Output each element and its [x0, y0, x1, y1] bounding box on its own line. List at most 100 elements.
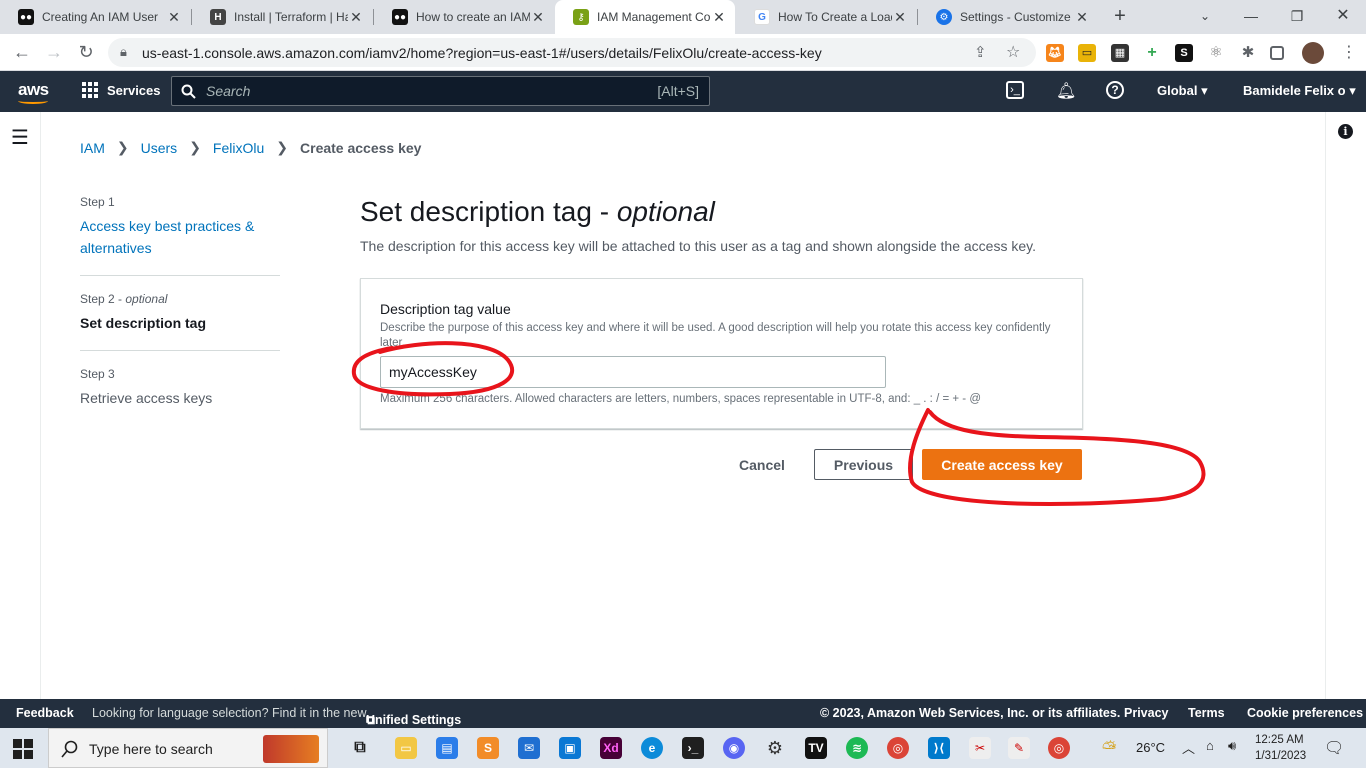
system-clock[interactable]: 12:25 AM 1/31/2023: [1255, 732, 1306, 764]
store-icon[interactable]: ▤: [436, 737, 458, 759]
cloudshell-icon[interactable]: ›_: [1006, 81, 1024, 99]
region-selector[interactable]: Global ▾: [1157, 83, 1208, 99]
network-icon[interactable]: ⌂: [1206, 738, 1214, 753]
reload-button[interactable]: ↻: [74, 40, 98, 64]
language-prompt: Looking for language selection? Find it …: [92, 706, 367, 720]
step-1-link[interactable]: Access key best practices & alternatives: [80, 215, 280, 259]
react-extension-icon[interactable]: ⚛: [1207, 44, 1225, 62]
terminal-icon[interactable]: ›_: [682, 737, 704, 759]
feedback-link[interactable]: Feedback: [16, 706, 74, 720]
browser-tab[interactable]: G How To Create a Load ✕: [736, 0, 916, 34]
hashicorp-icon: H: [210, 9, 226, 25]
sublime-text-icon[interactable]: S: [477, 737, 499, 759]
step-2-current: Set description tag: [80, 315, 207, 331]
extensions-puzzle-icon[interactable]: ✱: [1239, 44, 1257, 62]
browser-tab[interactable]: H Install | Terraform | Ha ✕: [192, 0, 372, 34]
tab-title: How to create an IAM: [416, 10, 530, 24]
previous-button[interactable]: Previous: [814, 449, 913, 480]
page-title: Set description tag - optional: [360, 196, 715, 228]
volume-icon[interactable]: 🔊︎: [1228, 738, 1236, 754]
breadcrumb-user[interactable]: FelixOlu: [213, 140, 264, 156]
app-icon[interactable]: ✎: [1008, 737, 1030, 759]
medium-icon: ●●: [18, 9, 34, 25]
s-extension-icon[interactable]: S: [1175, 44, 1193, 62]
qr-extension-icon[interactable]: ▦: [1111, 44, 1129, 62]
cancel-button[interactable]: Cancel: [729, 449, 795, 480]
notifications-bell-icon[interactable]: 🔔︎: [1056, 81, 1076, 101]
taskbar-search-input[interactable]: Type here to search: [48, 728, 328, 768]
mail-icon[interactable]: ✉: [518, 737, 540, 759]
terms-link[interactable]: Terms: [1188, 706, 1225, 720]
info-icon[interactable]: i: [1338, 124, 1353, 139]
plus-extension-icon[interactable]: +: [1143, 44, 1161, 62]
spotify-icon[interactable]: ≋: [846, 737, 868, 759]
side-panel-icon[interactable]: [1270, 46, 1284, 60]
restore-button[interactable]: ❐: [1274, 0, 1320, 34]
temperature[interactable]: 26°C: [1136, 740, 1165, 755]
create-access-key-button[interactable]: Create access key: [922, 449, 1082, 480]
breadcrumb-iam[interactable]: IAM: [80, 140, 105, 156]
close-tab-icon[interactable]: ✕: [530, 9, 546, 26]
cookie-preferences-link[interactable]: Cookie preferences: [1247, 706, 1363, 720]
close-tab-icon[interactable]: ✕: [892, 9, 908, 26]
hamburger-menu-icon[interactable]: ☰: [11, 125, 29, 150]
settings-gear-icon[interactable]: ⚙: [764, 737, 786, 759]
chrome-icon[interactable]: ◎: [887, 737, 909, 759]
adobe-xd-icon[interactable]: Xd: [600, 737, 622, 759]
step-divider: [80, 275, 280, 276]
step-1-number: Step 1: [80, 195, 115, 209]
privacy-link[interactable]: Privacy: [1124, 706, 1168, 720]
task-view-icon[interactable]: ⧉: [349, 737, 371, 759]
description-tag-constraint: Maximum 256 characters. Allowed characte…: [380, 393, 981, 405]
tradingview-icon[interactable]: TV: [805, 737, 827, 759]
close-tab-icon[interactable]: ✕: [348, 9, 364, 26]
folder-extension-icon[interactable]: ▭: [1078, 44, 1096, 62]
edge-icon[interactable]: e: [641, 737, 663, 759]
breadcrumb-users[interactable]: Users: [141, 140, 178, 156]
windows-start-icon[interactable]: [13, 739, 33, 759]
close-tab-icon[interactable]: ✕: [166, 9, 182, 26]
tab-search-icon[interactable]: ⌄: [1182, 0, 1228, 34]
aws-iam-icon: ⚷: [573, 9, 589, 25]
close-tab-icon[interactable]: ✕: [1074, 9, 1090, 26]
vscode-icon[interactable]: ⟩⟨: [928, 737, 950, 759]
search-shortcut: [Alt+S]: [657, 83, 699, 99]
app-blue-icon[interactable]: ▣: [559, 737, 581, 759]
address-bar[interactable]: 🔒︎ us-east-1.console.aws.amazon.com/iamv…: [108, 38, 1036, 67]
medium-icon: ●●: [392, 9, 408, 25]
file-explorer-icon[interactable]: ▭: [395, 737, 417, 759]
forward-button[interactable]: →: [42, 40, 66, 64]
bookmark-star-icon[interactable]: ☆: [1006, 42, 1020, 62]
description-tag-input[interactable]: [380, 356, 886, 388]
right-help-rail: [1325, 112, 1366, 699]
app-icon[interactable]: ✂: [969, 737, 991, 759]
browser-tab-active[interactable]: ⚷ IAM Management Co ✕: [555, 0, 735, 34]
profile-avatar[interactable]: [1302, 42, 1324, 64]
discord-icon[interactable]: ◉: [723, 737, 745, 759]
account-menu[interactable]: Bamidele Felix o ▾: [1243, 83, 1356, 99]
notifications-icon[interactable]: 🗨︎: [1324, 738, 1344, 758]
console-footer: Feedback Looking for language selection?…: [0, 699, 1366, 728]
browser-menu-icon[interactable]: ⋮: [1341, 42, 1357, 62]
gift-promo-icon[interactable]: [263, 735, 319, 763]
minimize-button[interactable]: —: [1228, 0, 1274, 34]
aws-logo[interactable]: aws: [18, 80, 49, 100]
search-placeholder: Search: [206, 83, 251, 99]
help-icon[interactable]: ?: [1106, 81, 1124, 99]
browser-tab[interactable]: ●● How to create an IAM ✕: [374, 0, 554, 34]
search-input[interactable]: Search [Alt+S]: [171, 76, 710, 106]
browser-tab[interactable]: ●● Creating An IAM User ✕: [0, 0, 190, 34]
chevron-up-icon[interactable]: ︿: [1182, 738, 1195, 757]
new-tab-button[interactable]: +: [1108, 5, 1132, 29]
back-button[interactable]: ←: [10, 40, 34, 64]
close-window-button[interactable]: ✕: [1320, 0, 1366, 34]
chrome-profile-icon[interactable]: ◎: [1048, 737, 1070, 759]
close-tab-icon[interactable]: ✕: [711, 9, 727, 26]
share-icon[interactable]: ⇪: [974, 43, 987, 61]
caret-down-icon: ▾: [1349, 83, 1356, 98]
step-2-number: Step 2 - optional: [80, 292, 168, 306]
browser-tab[interactable]: ⚙ Settings - Customize ✕: [918, 0, 1098, 34]
services-menu-button[interactable]: Services: [82, 82, 161, 98]
google-icon: G: [754, 9, 770, 25]
metamask-extension-icon[interactable]: 🦊︎: [1046, 44, 1064, 62]
